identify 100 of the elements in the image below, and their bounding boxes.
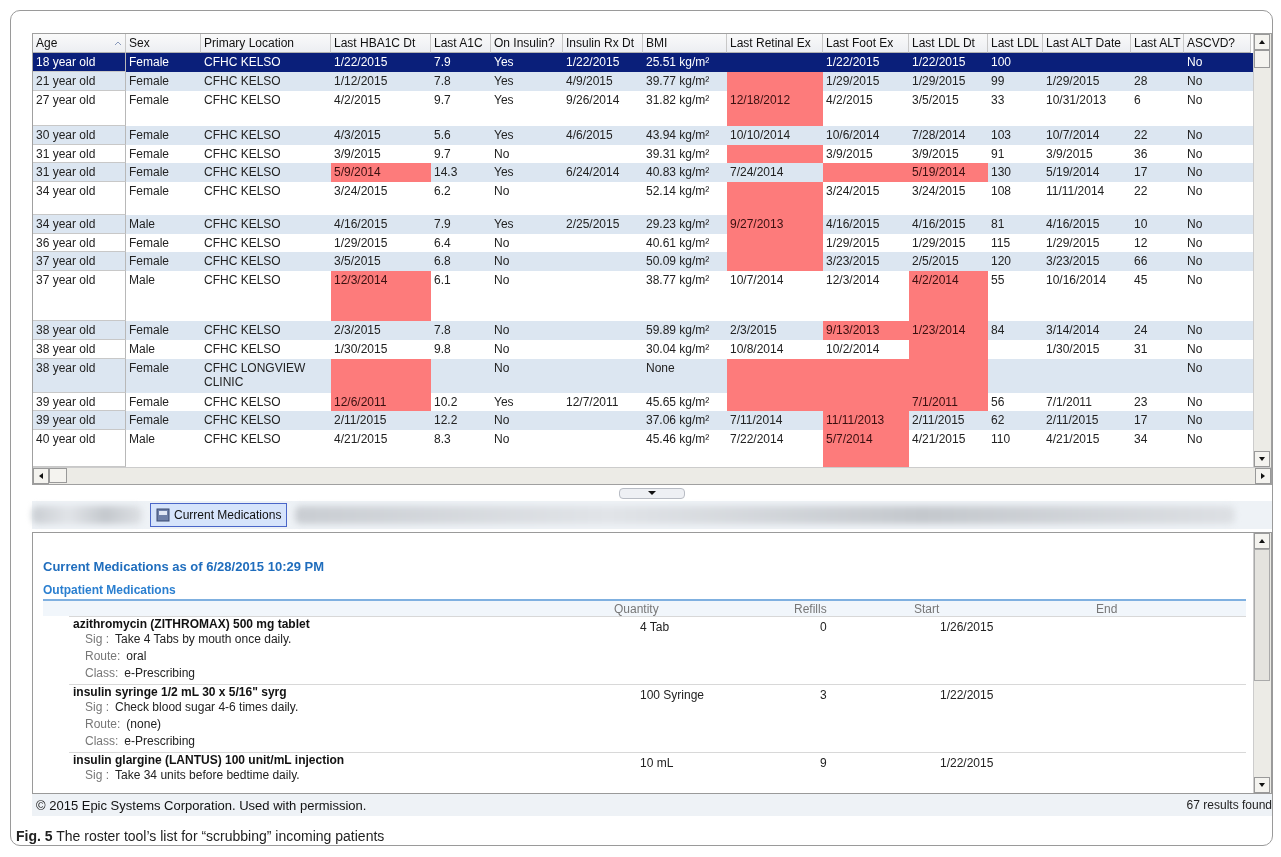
table-cell-text: Yes bbox=[493, 54, 515, 71]
table-cell-text: 4/16/2015 bbox=[825, 216, 881, 234]
table-cell-text: No bbox=[1186, 126, 1204, 144]
table-cell-text: 1/29/2015 bbox=[1045, 73, 1101, 90]
table-row[interactable]: 31 year old Female CFHC KELSO 5/9/2014 14.3 Yes 6/24/2014 40.83 kg/m² 7/24/2014 5/19/2014 130 5/19/2014 17 No bbox=[33, 162, 1253, 182]
table-cell-text: 12.2 bbox=[433, 412, 459, 430]
table-row[interactable]: 21 year old Female CFHC KELSO 1/12/2015 7.8 Yes 4/9/2015 39.77 kg/m² 1/29/2015 1/29/2015 99 1/29/2015 28 No bbox=[33, 72, 1253, 91]
table-row[interactable]: 36 year old Female CFHC KELSO 1/29/2015 6.4 No 40.61 kg/m² 1/29/2015 1/29/2015 115 1/29/2015 12 No bbox=[33, 234, 1253, 253]
table-cell-text: 2/5/2015 bbox=[911, 253, 960, 271]
table-cell-text: Female bbox=[128, 126, 170, 144]
table-cell-text: 103 bbox=[990, 126, 1013, 144]
table-cell-text: Female bbox=[128, 253, 170, 271]
vertical-scrollbar[interactable] bbox=[1253, 533, 1271, 793]
table-row[interactable]: 37 year old Female CFHC KELSO 3/5/2015 6.8 No 50.09 kg/m² 3/23/2015 2/5/2015 120 3/23/2015 66 No bbox=[33, 252, 1253, 272]
table-cell-text: 24 bbox=[1133, 321, 1149, 339]
table-cell-text: 12/3/2014 bbox=[825, 272, 881, 290]
table-cell-text: 1/29/2015 bbox=[825, 235, 881, 253]
table-cell-text: 9.7 bbox=[433, 145, 452, 163]
column-header[interactable]: Last HBA1C Dt bbox=[331, 34, 431, 53]
table-cell-text: 37.06 kg/m² bbox=[645, 412, 711, 430]
table-cell-text: 2/3/2015 bbox=[729, 321, 778, 339]
table-cell-text: 130 bbox=[990, 163, 1013, 181]
table-cell-text: CFHC KELSO bbox=[203, 340, 282, 358]
table-cell-text: 110 bbox=[990, 431, 1012, 449]
table-cell-text: 6/24/2014 bbox=[565, 163, 621, 181]
table-row[interactable]: 30 year old Female CFHC KELSO 4/3/2015 5.6 Yes 4/6/2015 43.94 kg/m² 10/10/2014 10/6/2014 7/28/2014 103 10/7/2014 22 No bbox=[33, 125, 1253, 145]
scroll-thumb[interactable] bbox=[49, 468, 67, 483]
column-header[interactable]: Last Foot Ex bbox=[823, 34, 909, 53]
table-cell-text: 7.8 bbox=[433, 321, 452, 339]
table-cell: 9/13/2013 bbox=[823, 320, 909, 340]
table-cell-text: 45.65 kg/m² bbox=[645, 394, 711, 412]
table-row[interactable]: 38 year old Male CFHC KELSO 1/30/2015 9.8 No 30.04 kg/m² 10/8/2014 10/2/2014 1/30/2015 31 No bbox=[33, 339, 1253, 359]
table-cell-text: 17 bbox=[1133, 412, 1149, 430]
column-header[interactable]: Last A1C bbox=[431, 34, 491, 53]
table-cell-text: 7/28/2014 bbox=[911, 126, 967, 144]
detail-value: (none) bbox=[126, 716, 162, 733]
table-cell-text: No bbox=[493, 340, 511, 358]
sort-icon bbox=[114, 40, 122, 46]
table-row[interactable]: 27 year old Female CFHC KELSO 4/2/2015 9.7 Yes 9/26/2014 31.82 kg/m² 12/18/2012 4/2/2015 3/5/2015 33 10/31/2013 6 No bbox=[33, 91, 1253, 126]
column-header[interactable]: Last LDL Dt bbox=[909, 34, 988, 53]
table-row[interactable]: 37 year old Male CFHC KELSO 12/3/2014 6.1 No 38.77 kg/m² 10/7/2014 12/3/2014 4/2/2014 55 10/16/2014 45 No bbox=[33, 271, 1253, 321]
column-header: End bbox=[1096, 602, 1119, 616]
table-row[interactable]: 18 year old Female CFHC KELSO 1/22/2015 7.9 Yes 1/22/2015 25.51 kg/m² 1/22/2015 1/22/2015 100 No bbox=[33, 53, 1253, 72]
table-cell-text: 14.3 bbox=[433, 163, 459, 181]
table-cell-text: CFHC KELSO bbox=[203, 163, 282, 181]
table-cell-text: 56 bbox=[990, 394, 1006, 412]
scroll-thumb[interactable] bbox=[1254, 549, 1270, 681]
table-cell-text: 1/22/2015 bbox=[911, 54, 967, 71]
table-cell-text: 33 bbox=[990, 92, 1006, 109]
table-cell: 34 year old bbox=[33, 215, 126, 235]
column-header[interactable]: Primary Location bbox=[201, 34, 331, 53]
table-cell-text: 5.6 bbox=[433, 126, 452, 144]
table-cell-text: 10/7/2014 bbox=[1045, 126, 1101, 144]
column-header[interactable]: BMI bbox=[643, 34, 727, 53]
table-row[interactable]: 39 year old Female CFHC KELSO 12/6/2011 10.2 Yes 12/7/2011 45.65 kg/m² 7/1/2011 56 7/1/2011 23 No bbox=[33, 393, 1253, 412]
table-row[interactable]: 34 year old Male CFHC KELSO 4/16/2015 7.9 Yes 2/25/2015 29.23 kg/m² 9/27/2013 4/16/2015 4/16/2015 81 4/16/2015 10 No bbox=[33, 215, 1253, 235]
table-row[interactable]: 40 year old Male CFHC KELSO 4/21/2015 8.3 No 45.46 kg/m² 7/22/2014 5/7/2014 4/21/2015 110 4/21/2015 34 No bbox=[33, 430, 1253, 467]
table-row[interactable]: 38 year old Female CFHC KELSO 2/3/2015 7.8 No 59.89 kg/m² 2/3/2015 9/13/2013 1/23/2014 84 3/14/2014 24 No bbox=[33, 320, 1253, 340]
table-cell: 7/1/2011 bbox=[909, 393, 988, 412]
column-header: Refills bbox=[794, 602, 828, 616]
table-cell-text: 11/11/2014 bbox=[1045, 182, 1106, 200]
table-cell-text: No bbox=[1186, 359, 1204, 377]
quantity-value: 4 Tab bbox=[640, 620, 670, 634]
table-cell-text: 4/16/2015 bbox=[911, 216, 967, 234]
column-header: Start bbox=[914, 602, 941, 616]
table-cell-text: 4/21/2015 bbox=[333, 431, 389, 449]
table-cell-text: 39.31 kg/m² bbox=[645, 145, 711, 163]
table-cell-text: 6.8 bbox=[433, 253, 452, 271]
table-row[interactable]: 34 year old Female CFHC KELSO 3/24/2015 6.2 No 52.14 kg/m² 3/24/2015 3/24/2015 108 11/11/2014 22 No bbox=[33, 181, 1253, 216]
table-cell-text: 91 bbox=[990, 145, 1006, 163]
table-cell: 38 year old bbox=[33, 358, 126, 394]
table-row[interactable]: 31 year old Female CFHC KELSO 3/9/2015 9.7 No 39.31 kg/m² 3/9/2015 3/9/2015 91 3/9/2015 36 No bbox=[33, 144, 1253, 163]
table-cell-text: 115 bbox=[990, 235, 1012, 253]
detail-label: Sig : bbox=[85, 699, 109, 716]
table-row[interactable]: 39 year old Female CFHC KELSO 2/11/2015 12.2 No 37.06 kg/m² 7/11/2014 11/11/2013 2/11/2015 62 2/11/2015 17 No bbox=[33, 411, 1253, 431]
tab[interactable]: Current Medications bbox=[150, 503, 288, 527]
table-row[interactable]: 38 year old Female CFHC LONGVIEW CLINIC No None No bbox=[33, 358, 1253, 394]
table-cell: 12/18/2012 bbox=[727, 91, 823, 126]
column-header[interactable]: ASCVD? bbox=[1184, 34, 1251, 53]
table-cell-text: 4/16/2015 bbox=[333, 216, 389, 234]
horizontal-scrollbar[interactable] bbox=[33, 467, 1271, 484]
column-header[interactable]: Insulin Rx Dt bbox=[563, 34, 643, 53]
table-cell-text: Yes bbox=[493, 163, 515, 181]
vertical-scrollbar[interactable] bbox=[1253, 34, 1271, 467]
column-header[interactable]: Last LDL bbox=[988, 34, 1043, 53]
column-header[interactable]: Last Retinal Ex bbox=[727, 34, 823, 53]
table-cell-text: No bbox=[493, 145, 511, 163]
column-header[interactable]: Last ALT Date bbox=[1043, 34, 1131, 53]
table-cell-text: 40.61 kg/m² bbox=[645, 235, 711, 253]
column-header[interactable]: On Insulin? bbox=[491, 34, 563, 53]
collapse-button[interactable] bbox=[619, 487, 685, 499]
table-cell-text: 3/23/2015 bbox=[825, 253, 881, 271]
quantity-value: 100 Syringe bbox=[640, 688, 705, 702]
column-header[interactable]: Age bbox=[33, 34, 126, 53]
table-cell-text: No bbox=[1186, 394, 1204, 412]
table-cell-text: 4/16/2015 bbox=[1045, 216, 1101, 234]
column-header[interactable]: Last ALT bbox=[1131, 34, 1184, 53]
table-cell: 30 year old bbox=[33, 125, 126, 145]
column-header[interactable]: Sex bbox=[126, 34, 201, 53]
scroll-thumb[interactable] bbox=[1254, 50, 1270, 68]
